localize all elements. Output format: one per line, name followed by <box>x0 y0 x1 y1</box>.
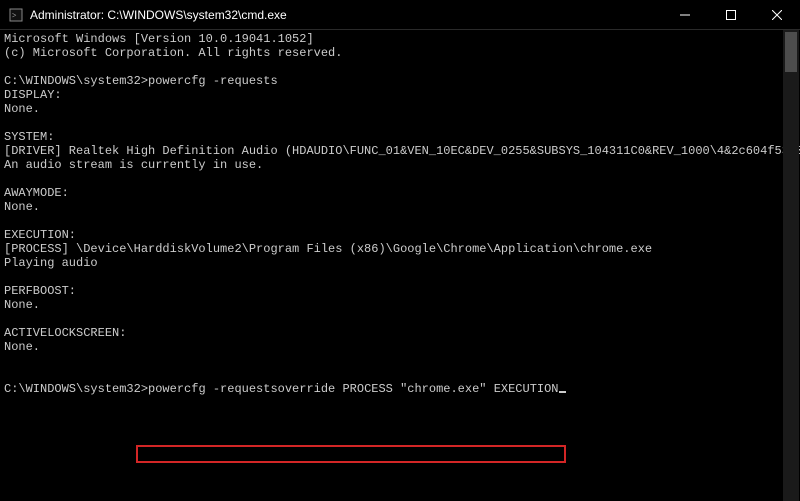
svg-text:>: > <box>12 11 17 20</box>
scrollbar-thumb[interactable] <box>785 32 797 72</box>
terminal-line <box>4 214 796 228</box>
terminal-line: SYSTEM: <box>4 130 796 144</box>
terminal-line: ACTIVELOCKSCREEN: <box>4 326 796 340</box>
cursor <box>559 391 566 393</box>
window-controls <box>662 0 800 29</box>
terminal-line: None. <box>4 340 796 354</box>
terminal-line: An audio stream is currently in use. <box>4 158 796 172</box>
highlight-annotation <box>136 445 566 463</box>
terminal-area[interactable]: Microsoft Windows [Version 10.0.19041.10… <box>0 30 800 501</box>
terminal-line: None. <box>4 200 796 214</box>
terminal-line: EXECUTION: <box>4 228 796 242</box>
terminal-line: C:\WINDOWS\system32>powercfg -requests <box>4 74 796 88</box>
scrollbar[interactable] <box>783 30 799 501</box>
terminal-line <box>4 116 796 130</box>
terminal-line: [PROCESS] \Device\HarddiskVolume2\Progra… <box>4 242 796 256</box>
terminal-line <box>4 354 796 368</box>
prompt: C:\WINDOWS\system32> <box>4 382 148 396</box>
terminal-line: PERFBOOST: <box>4 284 796 298</box>
terminal-line: Playing audio <box>4 256 796 270</box>
terminal-line: AWAYMODE: <box>4 186 796 200</box>
terminal-output: Microsoft Windows [Version 10.0.19041.10… <box>0 30 800 398</box>
terminal-prompt-line[interactable]: C:\WINDOWS\system32>powercfg -requestsov… <box>4 382 796 396</box>
terminal-line <box>4 172 796 186</box>
terminal-line <box>4 60 796 74</box>
maximize-button[interactable] <box>708 0 754 29</box>
terminal-line <box>4 312 796 326</box>
terminal-line: None. <box>4 102 796 116</box>
cmd-icon: > <box>8 7 24 23</box>
close-button[interactable] <box>754 0 800 29</box>
titlebar[interactable]: > Administrator: C:\WINDOWS\system32\cmd… <box>0 0 800 30</box>
terminal-line: [DRIVER] Realtek High Definition Audio (… <box>4 144 796 158</box>
cmd-window: > Administrator: C:\WINDOWS\system32\cmd… <box>0 0 800 501</box>
terminal-line <box>4 368 796 382</box>
minimize-button[interactable] <box>662 0 708 29</box>
terminal-line: Microsoft Windows [Version 10.0.19041.10… <box>4 32 796 46</box>
current-command: powercfg -requestsoverride PROCESS "chro… <box>148 382 558 396</box>
terminal-line <box>4 270 796 284</box>
terminal-line: DISPLAY: <box>4 88 796 102</box>
terminal-line: (c) Microsoft Corporation. All rights re… <box>4 46 796 60</box>
terminal-line: None. <box>4 298 796 312</box>
window-title: Administrator: C:\WINDOWS\system32\cmd.e… <box>30 8 662 22</box>
